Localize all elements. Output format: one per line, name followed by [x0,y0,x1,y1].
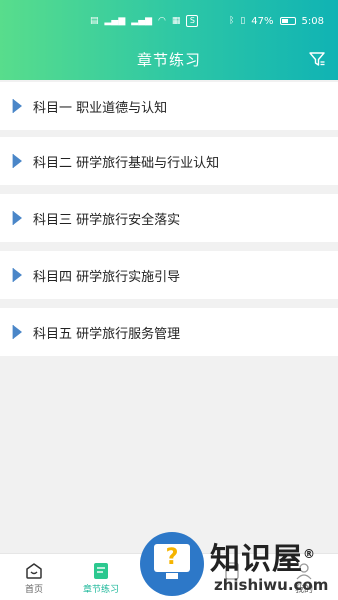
question-mark: ? [165,545,179,570]
battery-percent: 47% [251,15,274,27]
app-icon: S [186,15,199,27]
chapter-item[interactable]: 科目四 研学旅行实施引导 [0,251,338,299]
chapter-label: 科目二 研学旅行基础与行业认知 [33,156,220,171]
triangle-icon [13,99,22,113]
chapter-item[interactable]: 科目三 研学旅行安全落实 [0,194,338,242]
chapter-item[interactable]: 科目二 研学旅行基础与行业认知 [0,137,338,185]
chapter-item[interactable]: 科目一 职业道德与认知 [0,82,338,130]
book-icon [94,563,108,579]
battery-icon [279,17,296,25]
status-left: ▤ ▂▄▆ ▂▄▆ ◠ ▦ S [90,15,199,27]
triangle-icon [13,211,22,225]
chapter-label: 科目四 研学旅行实施引导 [33,270,181,285]
clock: 5:08 [301,15,324,27]
triangle-icon [13,325,22,339]
header: ▤ ▂▄▆ ▂▄▆ ◠ ▦ S ᛒ ▯ 47% 5:08 章节练习 [0,0,338,80]
watermark-text: 知识屋® [210,534,316,578]
status-bar: ▤ ▂▄▆ ▂▄▆ ◠ ▦ S ᛒ ▯ 47% 5:08 [0,12,338,30]
signal-icon: ▂▄▆ [131,16,153,26]
chapter-label: 科目一 职业道德与认知 [33,101,168,116]
registered-mark: ® [303,547,316,561]
watermark-title: 知识屋 [210,542,303,577]
sim-card-icon: ▤ [90,16,99,26]
chapter-label: 科目三 研学旅行安全落实 [33,213,181,228]
monitor-stand [166,573,178,579]
vibrate-icon: ▯ [240,16,246,26]
triangle-icon [13,154,22,168]
chapter-item[interactable]: 科目五 研学旅行服务管理 [0,308,338,356]
chapter-label: 科目五 研学旅行服务管理 [33,327,181,342]
wifi-icon: ◠ [158,16,166,26]
bluetooth-icon: ᛒ [228,16,235,26]
qr-icon: ▦ [171,16,181,26]
triangle-icon [13,268,22,282]
tab-label: 章节练习 [82,585,119,595]
status-right: ᛒ ▯ 47% 5:08 [229,15,324,27]
page-title: 章节练习 [136,51,201,69]
home-icon [26,563,42,579]
signal-icon: ▂▄▆ [104,16,126,26]
watermark-url: zhishiwu.com [214,576,329,594]
watermark: ? 知识屋® zhishiwu.com [140,528,338,600]
filter-icon[interactable] [308,50,326,68]
tab-chapter-practice[interactable]: 章节练习 [59,558,143,598]
